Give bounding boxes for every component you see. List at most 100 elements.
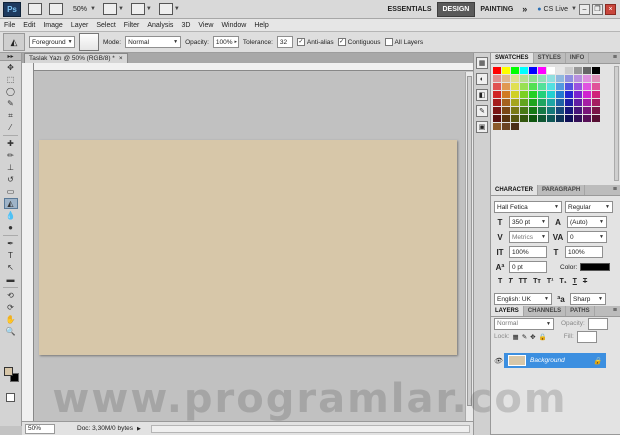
vertical-scale-input[interactable]: 100%	[509, 246, 547, 258]
tab-character[interactable]: CHARACTER	[491, 185, 538, 195]
menu-filter[interactable]: Filter	[124, 22, 140, 29]
lock-pixels-icon[interactable]: ✎	[522, 333, 527, 341]
lock-transparency-icon[interactable]: ▦	[513, 333, 519, 341]
color-swatch[interactable]	[529, 99, 537, 106]
color-swatch[interactable]	[592, 107, 600, 114]
lock-position-icon[interactable]: ✥	[530, 333, 535, 341]
workspace-essentials-button[interactable]: ESSENTIALS	[383, 2, 437, 17]
document-canvas[interactable]	[39, 140, 457, 355]
path-selection-tool-icon[interactable]: ↖	[4, 262, 18, 273]
menu-view[interactable]: View	[198, 22, 213, 29]
arrange-documents-icon[interactable]	[130, 3, 145, 15]
color-swatch[interactable]	[592, 83, 600, 90]
horizontal-ruler[interactable]	[34, 63, 473, 71]
baseline-shift-input[interactable]: 0 pt	[509, 261, 547, 273]
superscript-icon[interactable]: T¹	[547, 278, 554, 285]
eraser-tool-icon[interactable]: ▭	[4, 186, 18, 197]
vertical-ruler[interactable]	[22, 63, 34, 421]
color-swatch[interactable]	[574, 91, 582, 98]
color-swatch[interactable]	[502, 99, 510, 106]
color-swatch[interactable]	[547, 67, 555, 74]
color-swatch[interactable]	[529, 67, 537, 74]
color-swatch[interactable]	[547, 91, 555, 98]
menu-analysis[interactable]: Analysis	[147, 22, 173, 29]
color-swatch[interactable]	[547, 83, 555, 90]
bridge-icon[interactable]	[28, 3, 42, 15]
color-swatch[interactable]	[556, 75, 564, 82]
color-swatch[interactable]	[511, 99, 519, 106]
color-swatch[interactable]	[520, 75, 528, 82]
color-swatch[interactable]	[502, 75, 510, 82]
color-swatch[interactable]	[529, 83, 537, 90]
mini-bridge-icon[interactable]	[49, 3, 63, 15]
all-layers-checkbox[interactable]: All Layers	[384, 38, 423, 46]
clone-stamp-tool-icon[interactable]: ⊥	[4, 162, 18, 173]
color-swatch[interactable]	[493, 107, 501, 114]
color-swatch[interactable]	[493, 67, 501, 74]
strikethrough-icon[interactable]: T	[583, 278, 587, 285]
panel-grip[interactable]: ▸▸	[0, 53, 21, 61]
color-swatch[interactable]	[574, 67, 582, 74]
crop-tool-icon[interactable]: ⌗	[4, 110, 18, 121]
color-swatch[interactable]	[520, 107, 528, 114]
subscript-icon[interactable]: T₁	[559, 278, 566, 285]
more-workspaces-button[interactable]: »	[518, 2, 531, 17]
color-swatch[interactable]	[592, 75, 600, 82]
color-swatch[interactable]	[565, 83, 573, 90]
zoom-tool-icon[interactable]: 🔍	[4, 326, 18, 337]
lasso-tool-icon[interactable]: ◯	[4, 86, 18, 97]
color-swatch[interactable]	[538, 83, 546, 90]
document-tab[interactable]: Taslak Yazı @ 50% (RGB/8) * ×	[24, 53, 128, 63]
color-swatch[interactable]	[511, 107, 519, 114]
color-swatch[interactable]	[574, 115, 582, 122]
color-swatch[interactable]	[511, 67, 519, 74]
color-swatch[interactable]	[529, 115, 537, 122]
close-button[interactable]: ×	[605, 3, 616, 15]
color-swatch[interactable]	[565, 115, 573, 122]
color-swatch[interactable]	[547, 107, 555, 114]
dodge-tool-icon[interactable]: ●	[4, 222, 18, 233]
font-size-dropdown[interactable]: 350 pt ▼	[509, 216, 549, 228]
kerning-dropdown[interactable]: Metrics ▼	[509, 231, 549, 243]
color-swatch[interactable]	[493, 75, 501, 82]
menu-select[interactable]: Select	[96, 22, 115, 29]
healing-brush-tool-icon[interactable]: ✚	[4, 138, 18, 149]
language-dropdown[interactable]: English: UK ▼	[494, 293, 552, 305]
font-family-dropdown[interactable]: Hall Fetica ▼	[494, 201, 562, 213]
adjustments-icon[interactable]: ◐	[476, 73, 488, 85]
color-swatch[interactable]	[592, 67, 600, 74]
color-swatch[interactable]	[583, 115, 591, 122]
anti-alias-checkbox[interactable]: ✓ Anti-alias	[296, 38, 334, 46]
color-swatch[interactable]	[556, 99, 564, 106]
tab-info[interactable]: INFO	[566, 53, 590, 63]
menu-3d[interactable]: 3D	[181, 22, 190, 29]
chevron-right-icon[interactable]: ▶	[137, 426, 141, 432]
workspace-painting-button[interactable]: PAINTING	[475, 2, 518, 17]
color-swatch[interactable]	[538, 99, 546, 106]
opacity-input[interactable]: 100% ▸	[212, 36, 239, 48]
color-swatch[interactable]	[538, 91, 546, 98]
color-swatch[interactable]	[493, 99, 501, 106]
color-swatch[interactable]	[565, 107, 573, 114]
menu-edit[interactable]: Edit	[23, 22, 35, 29]
color-swatch[interactable]	[502, 67, 510, 74]
horizontal-scale-input[interactable]: 100%	[565, 246, 603, 258]
faux-bold-icon[interactable]: T	[498, 278, 502, 285]
quick-mask-icon[interactable]	[6, 393, 15, 402]
color-swatch[interactable]	[574, 83, 582, 90]
color-swatch[interactable]	[493, 91, 501, 98]
color-swatch[interactable]	[574, 75, 582, 82]
tool-preset-picker[interactable]: ◭	[3, 33, 25, 51]
zoom-level-dropdown[interactable]: 50% ▼	[73, 6, 96, 13]
tab-layers[interactable]: LAYERS	[491, 306, 524, 316]
tracking-dropdown[interactable]: 0 ▼	[567, 231, 607, 243]
color-swatch[interactable]	[556, 107, 564, 114]
menu-layer[interactable]: Layer	[71, 22, 89, 29]
color-swatch[interactable]	[583, 107, 591, 114]
history-brush-tool-icon[interactable]: ↺	[4, 174, 18, 185]
shape-tool-icon[interactable]: ▬	[4, 274, 18, 285]
color-swatch[interactable]	[520, 115, 528, 122]
tab-channels[interactable]: CHANNELS	[524, 306, 567, 316]
move-tool-icon[interactable]: ✥	[4, 62, 18, 73]
tab-paths[interactable]: PATHS	[566, 306, 595, 316]
